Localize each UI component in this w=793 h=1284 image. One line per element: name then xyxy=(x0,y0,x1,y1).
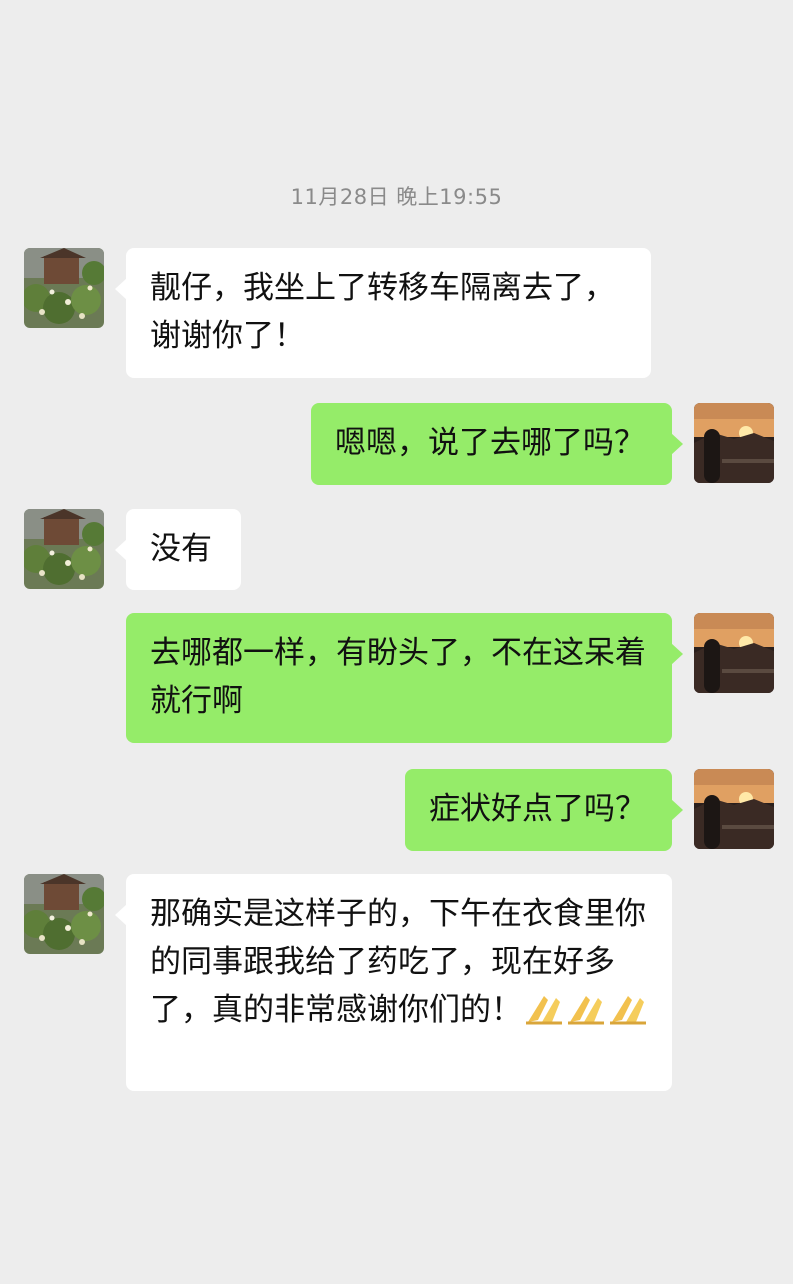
garden-photo-avatar-image xyxy=(24,248,104,328)
message-bubble-outgoing[interactable]: 去哪都一样，有盼头了，不在这呆着就行啊 xyxy=(126,613,683,743)
self-avatar[interactable] xyxy=(694,613,774,693)
sunset-photo-avatar-image xyxy=(694,403,774,483)
pray-hands-icon xyxy=(608,990,648,1026)
message-text: 症状好点了吗？ xyxy=(429,791,646,827)
contact-avatar[interactable] xyxy=(24,509,104,589)
sunset-photo-avatar-image xyxy=(694,769,774,849)
message-text: 靓仔，我坐上了转移车隔离去了，谢谢你了！ xyxy=(150,270,615,354)
pray-hands-icon xyxy=(566,990,606,1026)
message-bubble-incoming[interactable]: 没有 xyxy=(115,509,241,590)
message-text: 没有 xyxy=(150,531,212,567)
contact-avatar[interactable] xyxy=(24,248,104,328)
sunset-photo-avatar-image xyxy=(694,613,774,693)
message-text: 嗯嗯，说了去哪了吗？ xyxy=(335,425,645,461)
self-avatar[interactable] xyxy=(694,403,774,483)
garden-photo-avatar-image xyxy=(24,509,104,589)
garden-photo-avatar-image xyxy=(24,874,104,954)
self-avatar[interactable] xyxy=(694,769,774,849)
message-text: 去哪都一样，有盼头了，不在这呆着就行啊 xyxy=(150,635,646,719)
message-timestamp: 11月28日 晚上19:55 xyxy=(290,185,503,209)
chat-window: 11月28日 晚上19:55 靓仔，我坐上了转移车隔离去了，谢谢你了！ 嗯嗯，说… xyxy=(0,0,793,1284)
pray-hands-icon xyxy=(524,990,564,1026)
message-bubble-outgoing[interactable]: 症状好点了吗？ xyxy=(405,769,683,851)
message-bubble-outgoing[interactable]: 嗯嗯，说了去哪了吗？ xyxy=(311,403,683,485)
message-bubble-incoming[interactable]: 那确实是这样子的，下午在衣食里你的同事跟我给了药吃了，现在好多了，真的非常感谢你… xyxy=(115,874,672,1091)
message-bubble-incoming[interactable]: 靓仔，我坐上了转移车隔离去了，谢谢你了！ xyxy=(115,248,651,378)
contact-avatar[interactable] xyxy=(24,874,104,954)
